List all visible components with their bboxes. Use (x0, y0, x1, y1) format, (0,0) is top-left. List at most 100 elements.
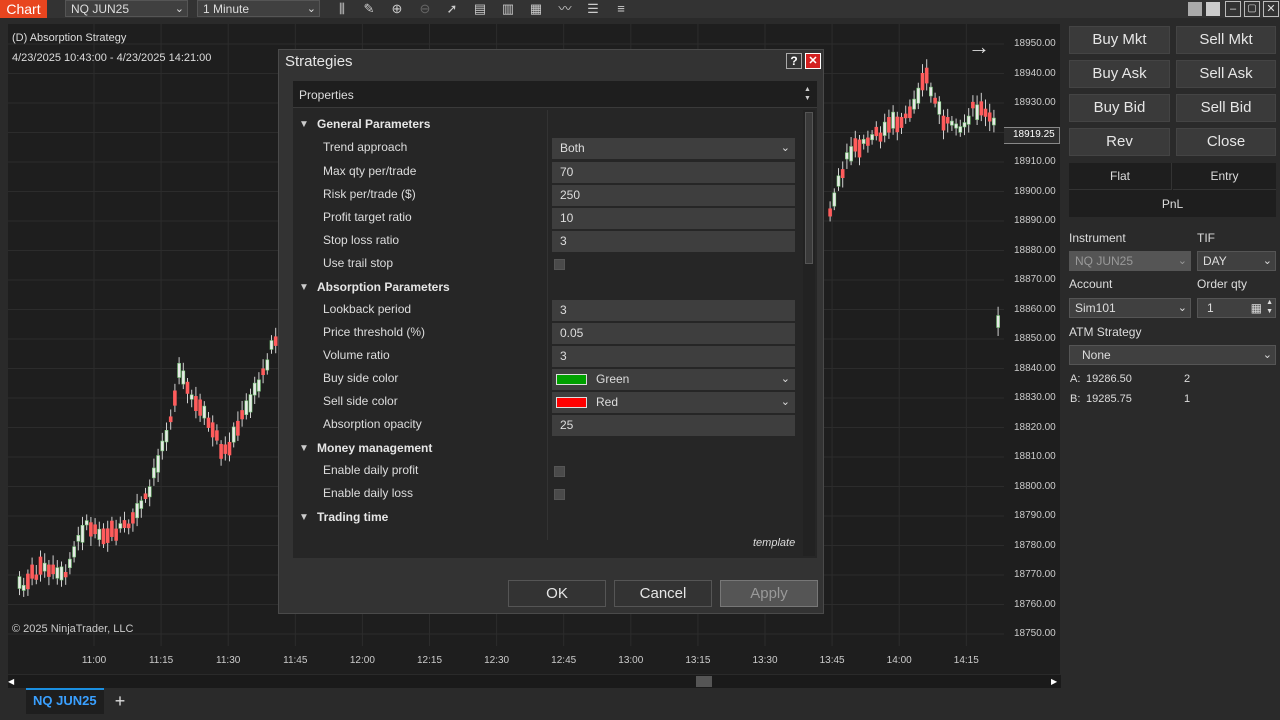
candle-body (181, 370, 186, 385)
chevron-down-icon: ⌄ (1177, 302, 1187, 314)
window-icon-2[interactable] (1206, 2, 1220, 16)
candle-body (916, 87, 921, 104)
buy-bid-button[interactable]: Buy Bid (1069, 94, 1170, 122)
scroll-right-icon[interactable]: ▶ (1051, 675, 1061, 688)
minimize-icon[interactable]: – (1225, 1, 1241, 17)
close-button[interactable]: Close (1176, 128, 1276, 156)
interval-selector[interactable]: 1 Minute ⌄ (197, 0, 320, 17)
daily-profit-checkbox[interactable] (554, 466, 565, 477)
buy-mkt-button[interactable]: Buy Mkt (1069, 26, 1170, 54)
candle-body (265, 359, 270, 371)
collapse-icon[interactable]: ▼ (299, 119, 309, 130)
price-label: 18800.00 (1014, 480, 1056, 492)
arrow-right-icon[interactable]: → (968, 34, 990, 60)
order-qty-stepper[interactable]: 1 ▦ ▲ ▼ (1197, 298, 1276, 318)
order-instrument-field[interactable]: NQ JUN25 ⌄ (1069, 251, 1191, 271)
date-range: 4/23/2025 10:43:00 - 4/23/2025 14:21:00 (12, 52, 212, 64)
rev-button[interactable]: Rev (1069, 128, 1170, 156)
sell-ask-button[interactable]: Sell Ask (1176, 60, 1276, 88)
collapse-icon[interactable]: ▼ (299, 443, 309, 454)
indicators-icon[interactable]: ▦ (528, 1, 544, 17)
chart-scrollbar[interactable]: ◀ ▶ (8, 675, 1061, 688)
category-absorption[interactable]: Absorption Parameters (317, 280, 450, 294)
template-link[interactable]: template (753, 537, 795, 549)
properties-icon[interactable]: ☰ (585, 1, 601, 17)
price-threshold-field[interactable]: 0.05 (552, 323, 795, 344)
candle-body (202, 405, 207, 419)
sell-color-select[interactable]: Red ⌄ (552, 392, 795, 413)
header-scroll-icon[interactable]: ▲ ▼ (804, 85, 811, 103)
grid-scroll-thumb[interactable] (805, 112, 813, 264)
lookback-field[interactable]: 3 (552, 300, 795, 321)
row-lookback: Lookback period 3 (293, 299, 795, 322)
chart-tab[interactable]: Chart (0, 0, 47, 18)
maximize-icon[interactable]: ▢ (1244, 1, 1260, 17)
tif-selector[interactable]: DAY ⌄ (1197, 251, 1276, 271)
trail-stop-checkbox[interactable] (554, 259, 565, 270)
account-selector[interactable]: Sim101 ⌄ (1069, 298, 1191, 318)
candle-body (954, 123, 958, 129)
price-label: 18850.00 (1014, 333, 1056, 344)
volume-ratio-field[interactable]: 3 (552, 346, 795, 367)
candle-body (55, 567, 60, 579)
candle-body (114, 528, 118, 541)
zoom-in-icon[interactable]: ⊕ (389, 1, 405, 17)
stepper-arrows-icon[interactable]: ▲ ▼ (1266, 298, 1273, 316)
close-window-icon[interactable]: ✕ (1263, 1, 1279, 17)
sell-mkt-button[interactable]: Sell Mkt (1176, 26, 1276, 54)
pencil-icon[interactable]: ✎ (361, 1, 377, 17)
stop-loss-field[interactable]: 3 (552, 231, 795, 252)
category-money[interactable]: Money management (317, 441, 432, 455)
scroll-left-icon[interactable]: ◀ (8, 675, 18, 688)
max-qty-field[interactable]: 70 (552, 162, 795, 183)
sell-bid-button[interactable]: Sell Bid (1176, 94, 1276, 122)
atm-selector[interactable]: None ⌄ (1069, 345, 1276, 365)
opacity-field[interactable]: 25 (552, 415, 795, 436)
buy-color-select[interactable]: Green ⌄ (552, 369, 795, 390)
add-tab-button[interactable]: + (110, 691, 130, 711)
daily-loss-checkbox[interactable] (554, 489, 565, 500)
account-value: Sim101 (1075, 301, 1116, 315)
calculator-icon[interactable]: ▦ (1251, 299, 1262, 317)
price-label: 18760.00 (1014, 598, 1056, 610)
cancel-button[interactable]: Cancel (614, 580, 712, 607)
category-general[interactable]: General Parameters (317, 117, 430, 131)
instrument-selector[interactable]: NQ JUN25 ⌄ (65, 0, 188, 17)
profit-target-field[interactable]: 10 (552, 208, 795, 229)
risk-field[interactable]: 250 (552, 185, 795, 206)
price-axis[interactable]: 18950.0018940.0018930.0018920.0018910.00… (1004, 24, 1060, 646)
apply-button[interactable]: Apply (720, 580, 818, 607)
pointer-icon[interactable]: ➚ (444, 1, 460, 17)
candle-body (891, 111, 895, 129)
candle-body (240, 410, 244, 420)
collapse-icon[interactable]: ▼ (299, 282, 309, 293)
bar-type-icon[interactable]: ⫼ (334, 1, 350, 17)
templates-icon[interactable]: ▥ (500, 1, 516, 17)
trend-approach-select[interactable]: Both ⌄ (552, 138, 795, 159)
ok-button[interactable]: OK (508, 580, 606, 607)
category-trading-time[interactable]: Trading time (317, 510, 388, 524)
row-daily-loss: Enable daily loss (293, 483, 793, 506)
data-box-icon[interactable]: ▤ (472, 1, 488, 17)
window-icon-1[interactable] (1188, 2, 1202, 16)
chevron-down-icon: ⌄ (1262, 349, 1272, 361)
buy-ask-button[interactable]: Buy Ask (1069, 60, 1170, 88)
candle-body (895, 116, 900, 133)
candle-body (126, 523, 131, 529)
close-dialog-button[interactable]: ✕ (805, 53, 821, 69)
grid-scrollbar[interactable] (803, 110, 815, 556)
list-icon[interactable]: ≡ (613, 1, 629, 17)
trail-stop-label: Use trail stop (323, 256, 394, 270)
scroll-thumb[interactable] (696, 676, 712, 687)
candle-body (878, 132, 883, 142)
zoom-out-icon[interactable]: ⊖ (417, 1, 433, 17)
candle-body (51, 564, 55, 575)
candle-body (231, 426, 236, 443)
collapse-icon[interactable]: ▼ (299, 512, 309, 523)
copyright: © 2025 NinjaTrader, LLC (12, 623, 134, 635)
help-button[interactable]: ? (786, 53, 802, 69)
strategies-icon[interactable]: 〰 (557, 1, 573, 17)
bid-size: 1 (1184, 393, 1191, 405)
row-opacity: Absorption opacity 25 (293, 414, 795, 437)
instrument-tab[interactable]: NQ JUN25 (26, 688, 104, 714)
